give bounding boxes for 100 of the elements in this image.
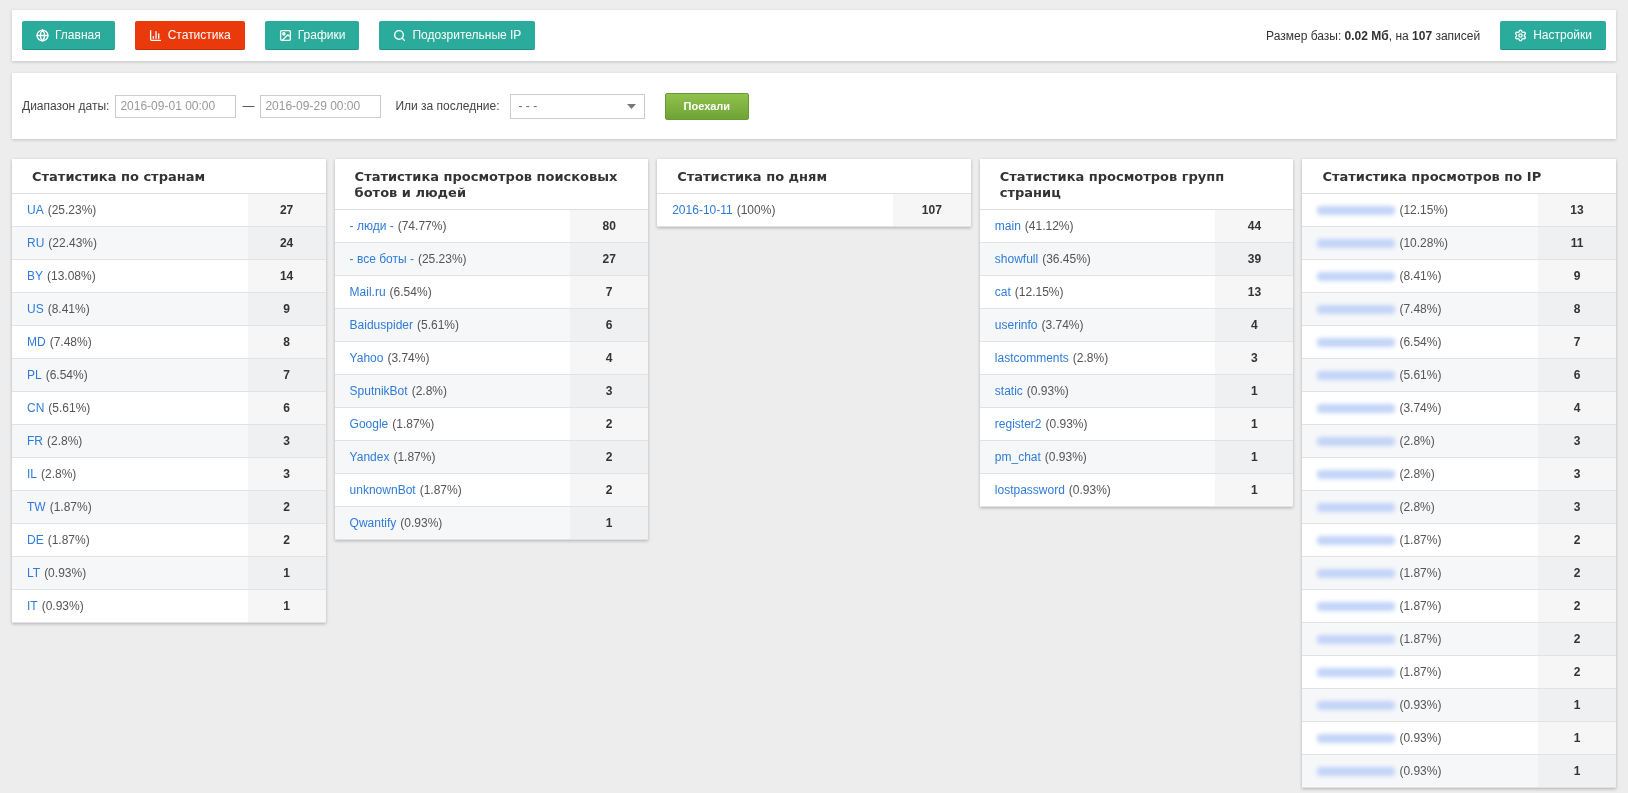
row-link[interactable]: lostpassword bbox=[994, 483, 1065, 497]
count-cell: 2 bbox=[1538, 623, 1616, 655]
percent-text: (2.8%) bbox=[1399, 500, 1435, 514]
bar-chart-icon bbox=[148, 28, 162, 42]
count-cell: 2 bbox=[247, 524, 326, 556]
row-link[interactable]: CN bbox=[27, 401, 45, 415]
row-link[interactable]: US bbox=[27, 302, 44, 316]
date-from-field[interactable]: 2016-09-01 00:00 bbox=[115, 94, 237, 118]
percent-text: (0.93%) bbox=[1399, 698, 1442, 712]
row-link[interactable]: lastcomments bbox=[994, 351, 1069, 365]
row-link[interactable]: Qwantify bbox=[349, 516, 397, 530]
percent-text: (74.77%) bbox=[397, 219, 447, 233]
count-cell: 80 bbox=[570, 210, 649, 242]
row-link[interactable]: Yandex bbox=[349, 450, 390, 464]
count-cell: 3 bbox=[1538, 425, 1616, 457]
count-cell: 6 bbox=[1538, 359, 1616, 391]
caret-icon bbox=[626, 103, 636, 109]
nav-button[interactable]: Графики bbox=[264, 21, 360, 50]
percent-text: (0.93%) bbox=[1045, 417, 1088, 431]
row-link[interactable]: PL bbox=[27, 368, 42, 382]
percent-text: (0.93%) bbox=[1026, 384, 1069, 398]
search-icon bbox=[393, 28, 407, 42]
date-to-field[interactable]: 2016-09-29 00:00 bbox=[260, 94, 382, 118]
percent-text: (5.61%) bbox=[416, 318, 459, 332]
percent-text: (6.54%) bbox=[1399, 335, 1442, 349]
row-link[interactable]: pm_chat bbox=[994, 450, 1041, 464]
percent-text: (0.93%) bbox=[41, 599, 84, 613]
row-link[interactable]: - все боты - bbox=[349, 252, 414, 266]
row-link[interactable]: TW bbox=[27, 500, 46, 514]
row-link[interactable]: Google bbox=[349, 417, 389, 431]
count-cell: 4 bbox=[1538, 392, 1616, 424]
row-link[interactable]: main bbox=[994, 219, 1021, 233]
percent-text: (3.74%) bbox=[1041, 318, 1084, 332]
percent-text: (10.28%) bbox=[1399, 236, 1449, 250]
count-cell: 2 bbox=[1538, 590, 1616, 622]
count-cell: 1 bbox=[570, 507, 649, 539]
count-cell: 1 bbox=[247, 557, 326, 589]
percent-text: (5.61%) bbox=[1399, 368, 1442, 382]
percent-text: (3.74%) bbox=[1399, 401, 1442, 415]
percent-text: (12.15%) bbox=[1399, 203, 1449, 217]
count-cell: 2 bbox=[570, 441, 649, 473]
count-cell: 3 bbox=[570, 375, 649, 407]
count-cell: 7 bbox=[247, 359, 326, 391]
row-link[interactable]: DE bbox=[27, 533, 44, 547]
nav-button[interactable]: Главная bbox=[22, 21, 115, 50]
percent-text: (0.93%) bbox=[1399, 764, 1442, 778]
percent-text: (6.54%) bbox=[45, 368, 88, 382]
settings-button[interactable]: Настройки bbox=[1500, 21, 1606, 50]
row-link[interactable]: - люди - bbox=[349, 219, 394, 233]
row-link[interactable]: unknownBot bbox=[349, 483, 416, 497]
row-link[interactable]: MD bbox=[27, 335, 46, 349]
percent-text: (1.87%) bbox=[393, 450, 436, 464]
percent-text: (3.74%) bbox=[387, 351, 430, 365]
row-link[interactable]: UA bbox=[27, 203, 44, 217]
row-link[interactable]: Yahoo bbox=[349, 351, 384, 365]
count-cell: 14 bbox=[247, 260, 326, 292]
row-link[interactable]: showfull bbox=[994, 252, 1039, 266]
percent-text: (12.15%) bbox=[1014, 285, 1064, 299]
row-link[interactable]: IL bbox=[27, 467, 37, 481]
count-cell: 1 bbox=[1215, 474, 1294, 506]
row-link[interactable]: 2016-10-11 bbox=[672, 203, 733, 217]
percent-text: (8.41%) bbox=[47, 302, 90, 316]
row-link[interactable]: Mail.ru bbox=[349, 285, 386, 299]
period-dropdown[interactable]: - - - bbox=[509, 93, 645, 119]
percent-text: (2.8%) bbox=[1399, 434, 1435, 448]
row-link[interactable]: LT bbox=[27, 566, 41, 580]
row-link[interactable]: Baiduspider bbox=[349, 318, 413, 332]
row-link[interactable]: cat bbox=[994, 285, 1011, 299]
count-cell: 39 bbox=[1215, 243, 1294, 275]
nav-button[interactable]: Подозрительные IP bbox=[379, 21, 536, 50]
settings-icon bbox=[1514, 28, 1528, 42]
row-link[interactable]: FR bbox=[27, 434, 43, 448]
nav-button[interactable]: Статистика bbox=[134, 21, 245, 50]
percent-text: (0.93%) bbox=[1068, 483, 1111, 497]
row-link[interactable]: BY bbox=[27, 269, 43, 283]
range-dash: — bbox=[242, 99, 255, 113]
count-cell: 27 bbox=[247, 194, 326, 226]
percent-text: (2.8%) bbox=[1072, 351, 1109, 365]
submit-button[interactable]: Поехали bbox=[664, 92, 750, 120]
count-cell: 2 bbox=[570, 474, 649, 506]
percent-text: (5.61%) bbox=[48, 401, 91, 415]
row-link[interactable]: SputnikBot bbox=[349, 384, 408, 398]
row-link[interactable]: static bbox=[994, 384, 1023, 398]
row-link[interactable]: register2 bbox=[994, 417, 1042, 431]
row-link[interactable]: IT bbox=[27, 599, 38, 613]
count-cell: 2 bbox=[570, 408, 649, 440]
count-cell: 1 bbox=[1538, 755, 1616, 787]
database-size-info: Размер базы: 0.02 Мб, на 107 записей bbox=[1266, 28, 1481, 43]
count-cell: 13 bbox=[1538, 194, 1616, 226]
row-link[interactable]: userinfo bbox=[994, 318, 1038, 332]
percent-text: (2.8%) bbox=[47, 434, 83, 448]
percent-text: (7.48%) bbox=[49, 335, 92, 349]
percent-text: (2.8%) bbox=[41, 467, 77, 481]
count-cell: 1 bbox=[1538, 722, 1616, 754]
percent-text: (6.54%) bbox=[389, 285, 432, 299]
percent-text: (1.87%) bbox=[419, 483, 462, 497]
count-cell: 3 bbox=[247, 425, 326, 457]
count-cell: 8 bbox=[247, 326, 326, 358]
percent-text: (13.08%) bbox=[47, 269, 96, 283]
row-link[interactable]: RU bbox=[27, 236, 45, 250]
